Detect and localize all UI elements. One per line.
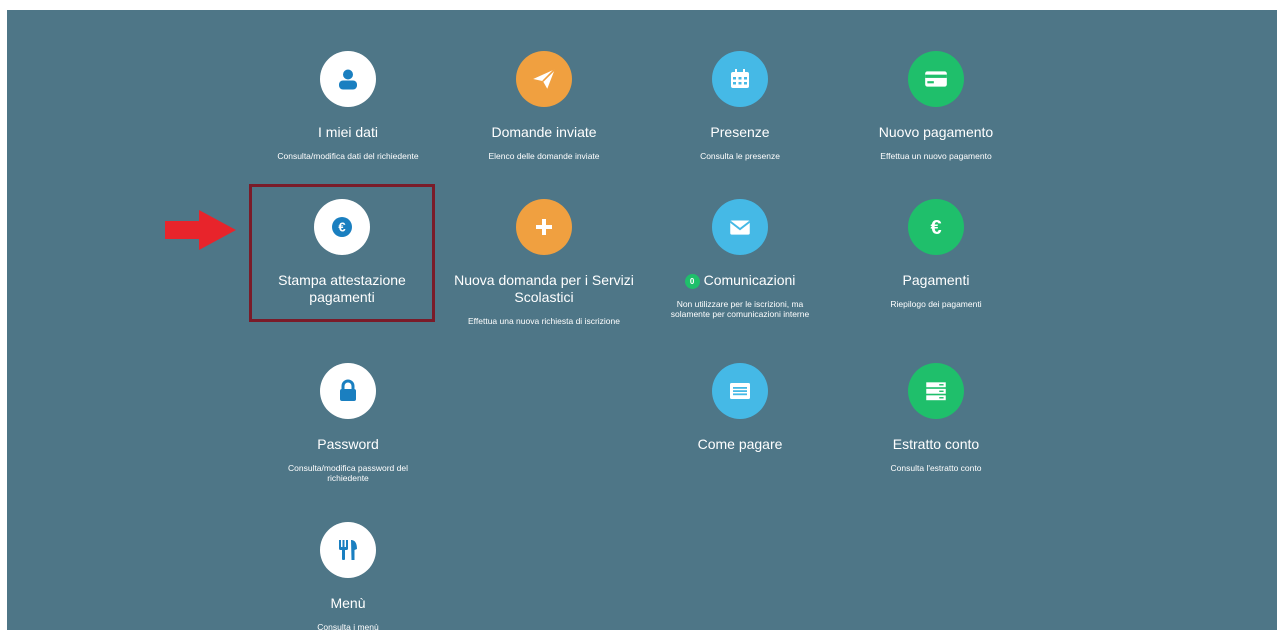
tile-menu[interactable]: Menù Consulta i menù <box>253 522 443 630</box>
envelope-icon <box>712 199 768 255</box>
tile-title: Pagamenti <box>902 272 970 288</box>
server-icon <box>908 363 964 419</box>
tile-comunicazioni[interactable]: 0 Comunicazioni Non utilizzare per le isc… <box>645 199 835 319</box>
tile-title-text: Comunicazioni <box>703 272 796 288</box>
tile-title: Come pagare <box>697 436 783 452</box>
unread-count-badge: 0 <box>684 274 700 289</box>
calendar-icon <box>712 51 768 107</box>
tile-description: Non utilizzare per le iscrizioni, ma sol… <box>670 299 810 319</box>
tile-description: Effettua un nuovo pagamento <box>880 151 992 161</box>
tile-pagamenti[interactable]: € Pagamenti Riepilogo dei pagamenti <box>841 199 1031 309</box>
arrow-right-icon <box>165 210 236 250</box>
tile-description: Consulta/modifica dati del richiedente <box>277 151 419 161</box>
tile-description: Consulta i menù <box>317 622 379 630</box>
user-icon <box>320 51 376 107</box>
tile-description: Effettua una nuova richiesta di iscrizio… <box>468 316 620 326</box>
tile-estratto-conto[interactable]: Estratto conto Consulta l'estratto conto <box>841 363 1031 473</box>
plus-icon <box>516 199 572 255</box>
paper-plane-icon <box>516 51 572 107</box>
tile-description: Elenco delle domande inviate <box>488 151 600 161</box>
tile-come-pagare[interactable]: Come pagare <box>645 363 835 453</box>
credit-card-icon <box>908 51 964 107</box>
euro-icon: € <box>908 199 964 255</box>
list-icon <box>712 363 768 419</box>
tile-nuova-domanda-servizi-scolastici[interactable]: Nuova domanda per i Servizi Scolastici E… <box>449 199 639 326</box>
tile-description: Consulta l'estratto conto <box>890 463 982 473</box>
tile-title: Menù <box>330 595 366 611</box>
cutlery-icon <box>320 522 376 578</box>
tile-password[interactable]: Password Consulta/modifica password del … <box>253 363 443 483</box>
dashboard-panel: I miei dati Consulta/modifica dati del r… <box>7 10 1277 630</box>
tile-description: Consulta le presenze <box>700 151 780 161</box>
tile-nuovo-pagamento[interactable]: Nuovo pagamento Effettua un nuovo pagame… <box>841 51 1031 161</box>
tile-title: 0 Comunicazioni <box>645 272 835 289</box>
tile-presenze[interactable]: Presenze Consulta le presenze <box>645 51 835 161</box>
svg-text:€: € <box>930 217 941 239</box>
tile-title: Estratto conto <box>892 436 980 452</box>
tile-title: Nuovo pagamento <box>878 124 994 140</box>
tile-title: Nuova domanda per i Servizi Scolastici <box>454 272 634 305</box>
tile-domande-inviate[interactable]: Domande inviate Elenco delle domande inv… <box>449 51 639 161</box>
tile-title: Domande inviate <box>491 124 597 140</box>
tile-title: Password <box>317 436 379 452</box>
tile-description: Riepilogo dei pagamenti <box>890 299 982 309</box>
tile-i-miei-dati[interactable]: I miei dati Consulta/modifica dati del r… <box>253 51 443 161</box>
highlight-box <box>249 184 435 322</box>
lock-icon <box>320 363 376 419</box>
tile-description: Consulta/modifica password del richieden… <box>287 463 408 483</box>
tile-title: Presenze <box>710 124 770 140</box>
tile-title: I miei dati <box>318 124 378 140</box>
